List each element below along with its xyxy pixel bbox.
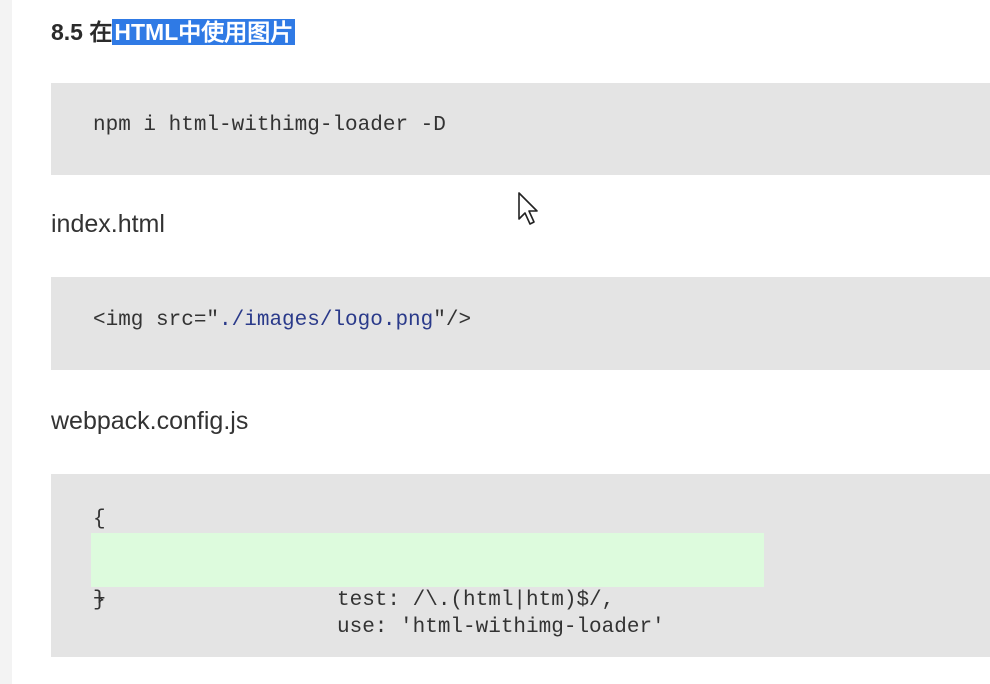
diff-content-use: use: 'html-withimg-loader' [337,616,665,639]
code-line-install: npm i html-withimg-loader -D [93,114,446,137]
diff-line-added: + test: /\.(html|htm)$/, [91,533,764,612]
section-heading: 8.5 在HTML中使用图片 [51,14,296,50]
code-line-open-brace: { [93,508,106,531]
label-index-html: index.html [51,210,165,238]
code-block-webpack-config: { + test: /\.(html|htm)$/, + use: 'html-… [51,474,990,657]
img-tag-suffix: "/> [433,309,472,332]
diff-line-added: + use: 'html-withimg-loader' [91,560,764,639]
code-block-index: <img src="./images/logo.png"/> [51,277,990,370]
label-webpack-config: webpack.config.js [51,407,249,435]
left-margin-strip [0,0,12,684]
heading-number: 8.5 在 [51,19,113,45]
mouse-pointer-icon [518,192,538,225]
code-line-close-brace: } [93,589,106,612]
diff-content-test: test: /\.(html|htm)$/, [337,589,615,612]
code-block-install: npm i html-withimg-loader -D [51,83,990,175]
code-line-img-tag: <img src="./images/logo.png"/> [93,309,471,332]
img-tag-path: ./images/logo.png [219,309,434,332]
heading-highlighted-text: HTML中使用图片 [112,19,296,45]
img-tag-prefix: <img src=" [93,309,220,332]
